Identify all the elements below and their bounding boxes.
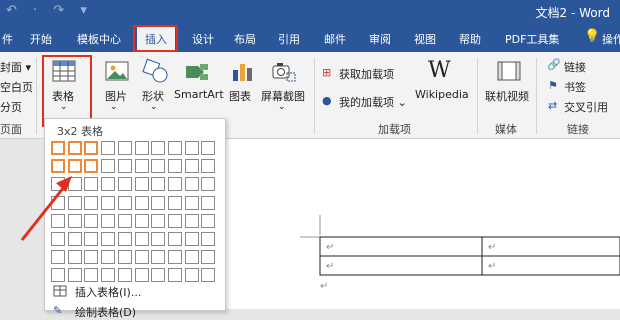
- annotation-arrow: [20, 176, 72, 241]
